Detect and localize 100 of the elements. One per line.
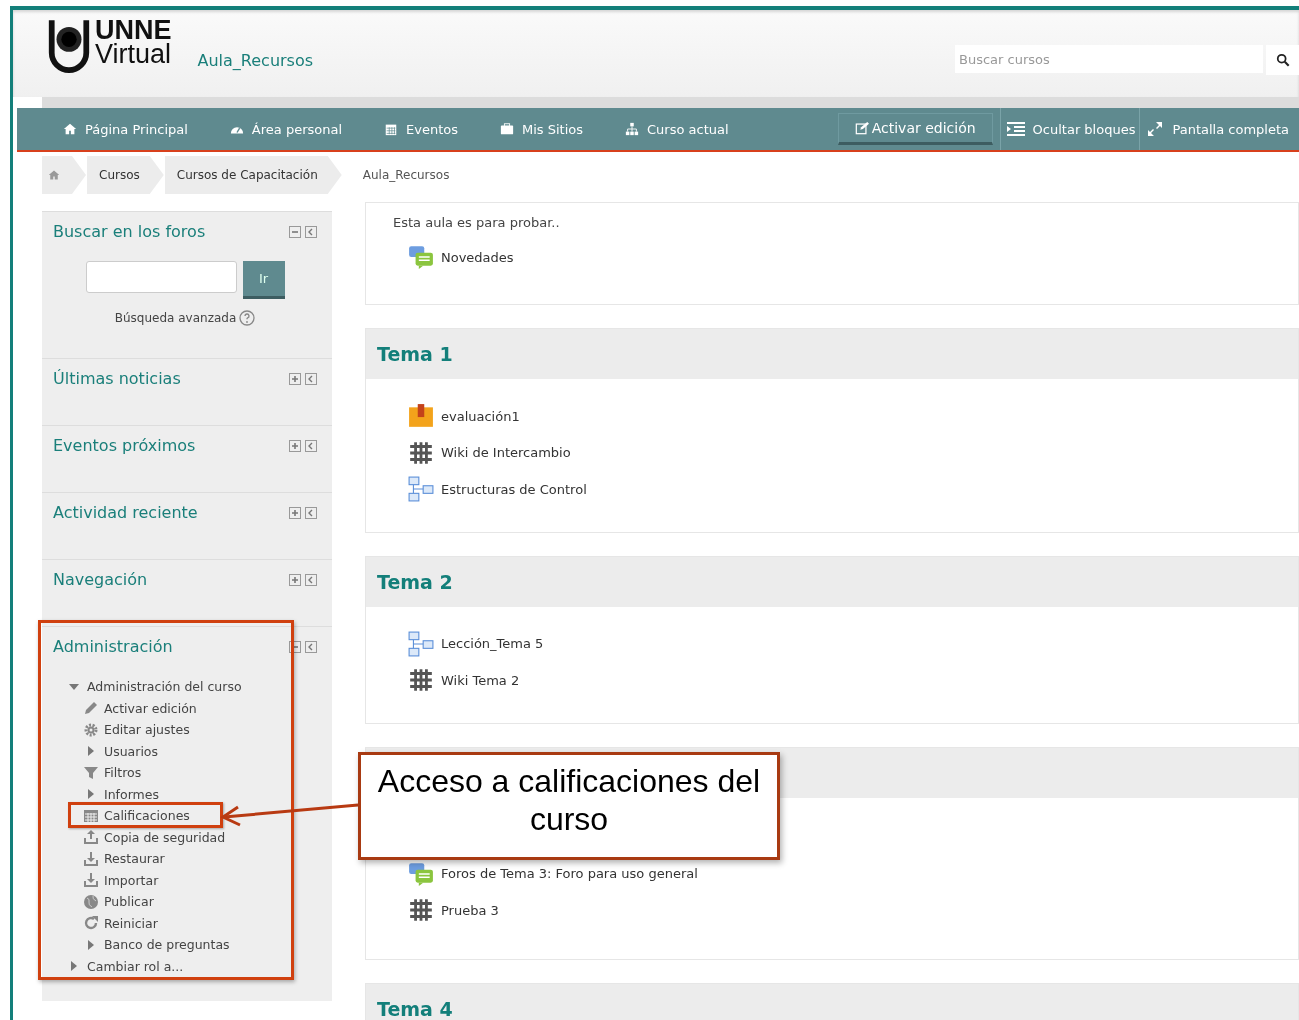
tree-item-label: Copia de seguridad xyxy=(104,829,226,845)
nav-link[interactable]: Página Principal xyxy=(63,121,188,137)
home-icon xyxy=(63,122,77,136)
section-title: Tema 4 xyxy=(377,997,453,1020)
block-title[interactable]: Administración xyxy=(53,637,173,656)
expand-icon xyxy=(1146,121,1165,137)
help-icon[interactable] xyxy=(239,310,256,326)
forum-search-field[interactable] xyxy=(85,261,237,293)
tree-item[interactable]: Activar edición xyxy=(83,699,197,717)
tree-item-label: Editar ajustes xyxy=(104,722,190,737)
refresh-icon xyxy=(83,915,99,931)
expand-icon[interactable] xyxy=(289,439,301,452)
calendar-icon xyxy=(384,122,398,136)
tree-item-label: Usuarios xyxy=(104,743,159,759)
collapse-icon[interactable] xyxy=(289,640,301,653)
upload-icon xyxy=(83,829,99,845)
search-button[interactable] xyxy=(1266,45,1299,75)
activity-link[interactable]: evaluación1 xyxy=(408,398,520,435)
activity-link[interactable]: Estructuras de Control xyxy=(408,471,587,508)
edit-icon xyxy=(854,121,869,135)
tree-item[interactable]: Calificaciones xyxy=(83,807,190,824)
block-title[interactable]: Últimas noticias xyxy=(53,369,181,388)
dock-icon[interactable] xyxy=(305,640,317,653)
tree-item[interactable]: Importar xyxy=(83,871,159,889)
go-button[interactable]: Ir xyxy=(242,261,285,299)
dock-icon[interactable] xyxy=(305,439,317,452)
tree-item[interactable]: Informes xyxy=(83,785,159,803)
expand-icon[interactable] xyxy=(289,372,301,385)
tree-item-label: Banco de preguntas xyxy=(104,937,230,952)
tree-item[interactable]: Copia de seguridad xyxy=(83,828,226,846)
search-icon xyxy=(1275,53,1290,67)
expand-icon[interactable] xyxy=(289,506,301,519)
activity-link[interactable]: Novedades xyxy=(408,245,514,269)
block-title[interactable]: Navegación xyxy=(53,570,148,589)
nav-link[interactable]: Área personal xyxy=(229,121,342,137)
home-icon xyxy=(48,169,60,181)
nav-link[interactable]: Eventos xyxy=(384,121,458,137)
tree-item-label: Activar edición xyxy=(104,700,197,716)
sitemap-icon xyxy=(625,122,640,136)
wiki-icon xyxy=(408,897,434,923)
activity-link[interactable]: Wiki Tema 2 xyxy=(408,662,520,699)
table-icon xyxy=(83,807,99,824)
collapse-icon[interactable] xyxy=(289,225,301,238)
wiki-icon xyxy=(408,439,434,466)
summary-text: Esta aula es para probar.. xyxy=(393,215,561,230)
callout-text: Acceso a calificaciones del curso xyxy=(358,752,780,860)
tree-item[interactable]: Reiniciar xyxy=(83,914,158,932)
block-title[interactable]: Buscar en los foros xyxy=(53,222,206,241)
tree-item-label: Restaurar xyxy=(104,851,165,866)
tree-item[interactable]: Filtros xyxy=(83,764,142,781)
nav-link[interactable]: Mis Sitios xyxy=(500,121,584,137)
tree-item[interactable]: Publicar xyxy=(83,893,154,910)
logo-text: UNNE xyxy=(95,18,172,42)
logo-text: Virtual xyxy=(95,42,172,66)
download-icon xyxy=(83,872,99,888)
tree-item[interactable]: Banco de preguntas xyxy=(83,936,230,953)
activity-link[interactable]: Wiki de Intercambio xyxy=(408,434,571,471)
lesson-icon xyxy=(408,476,434,503)
activity-link[interactable]: Lección_Tema 5 xyxy=(408,625,544,662)
edit-mode-button[interactable]: Activar edición xyxy=(837,113,993,145)
tree-node-label: Cambiar rol a... xyxy=(87,958,184,974)
logo[interactable]: UNNE Virtual xyxy=(45,18,172,78)
advanced-search-link[interactable]: Búsqueda avanzada xyxy=(114,311,237,325)
activity-link[interactable]: Foros de Tema 3: Foro para uso general xyxy=(408,861,698,886)
lesson-icon xyxy=(408,630,434,657)
breadcrumb-link[interactable]: Cursos xyxy=(87,156,164,194)
tree-item-label: Importar xyxy=(104,872,159,888)
dock-icon[interactable] xyxy=(305,225,317,238)
briefcase-icon xyxy=(500,122,514,136)
section-title: Tema 1 xyxy=(377,343,453,365)
dock-icon[interactable] xyxy=(305,372,317,385)
tree-item[interactable]: Restaurar xyxy=(83,850,165,867)
breadcrumb-current: Aula_Recursos xyxy=(361,167,451,184)
tree-node[interactable]: Cambiar rol a... xyxy=(66,957,184,975)
tree-item[interactable]: Editar ajustes xyxy=(83,721,190,738)
download-icon xyxy=(83,850,99,867)
pencil-icon xyxy=(83,700,99,716)
nav-action[interactable]: Ocultar bloques xyxy=(999,108,1140,150)
tree-item-label: Reiniciar xyxy=(104,915,158,931)
forum-icon xyxy=(408,860,434,887)
expand-icon[interactable] xyxy=(289,573,301,586)
course-title[interactable]: Aula_Recursos xyxy=(197,51,314,70)
filter-icon xyxy=(83,764,99,781)
dock-icon[interactable] xyxy=(305,573,317,586)
block-title[interactable]: Eventos próximos xyxy=(53,436,196,455)
wiki-icon xyxy=(408,667,434,694)
activity-link[interactable]: Prueba 3 xyxy=(408,898,499,922)
tree-item-label: Informes xyxy=(104,786,159,802)
home-crumb[interactable] xyxy=(42,156,86,194)
tree-item[interactable]: Usuarios xyxy=(83,742,159,760)
dock-icon[interactable] xyxy=(305,506,317,519)
search-field[interactable]: Buscar cursos xyxy=(955,45,1263,73)
indent-icon xyxy=(1006,121,1025,137)
breadcrumb-link[interactable]: Cursos de Capacitación xyxy=(164,156,342,194)
nav-action[interactable]: Pantalla completa xyxy=(1139,108,1299,150)
block-title[interactable]: Actividad reciente xyxy=(53,503,198,522)
tree-item-label: Publicar xyxy=(104,894,154,909)
nav-link[interactable]: Curso actual xyxy=(625,121,729,137)
tree-node[interactable]: Administración del curso xyxy=(66,678,242,695)
tree-node-label: Administración del curso xyxy=(87,679,242,694)
